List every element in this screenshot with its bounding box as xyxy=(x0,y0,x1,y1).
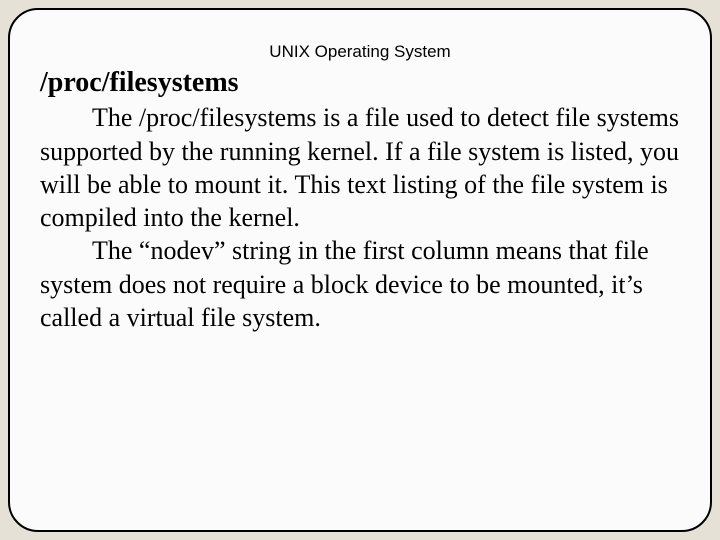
paragraph-2: The “nodev” string in the first column m… xyxy=(40,234,680,334)
slide-frame: UNIX Operating System /proc/filesystems … xyxy=(8,8,712,532)
slide-topic: UNIX Operating System xyxy=(40,42,680,62)
slide-heading: /proc/filesystems xyxy=(40,68,680,97)
slide-body: The /proc/filesystems is a file used to … xyxy=(40,101,680,334)
paragraph-1: The /proc/filesystems is a file used to … xyxy=(40,101,680,234)
